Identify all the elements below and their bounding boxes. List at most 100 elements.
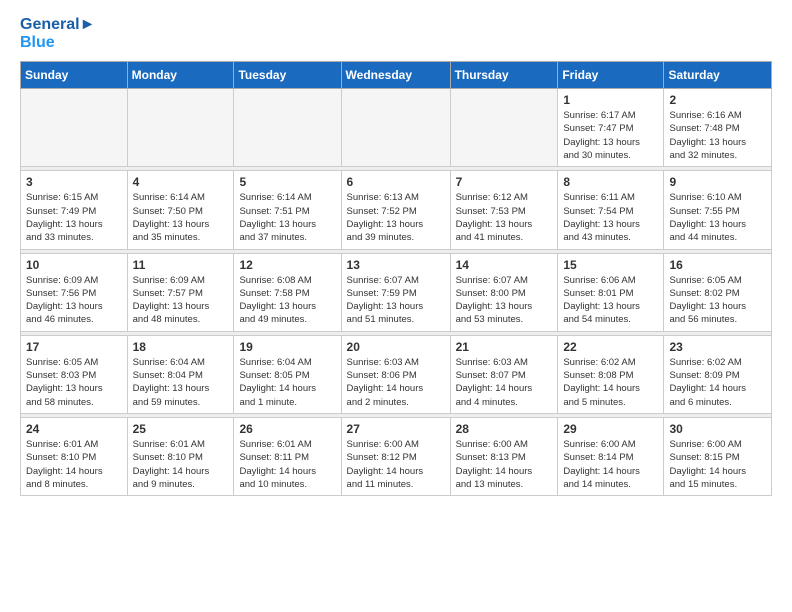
day-cell: 26 Sunrise: 6:01 AMSunset: 8:11 PMDayligh… [234, 417, 341, 495]
weekday-header-row: SundayMondayTuesdayWednesdayThursdayFrid… [21, 62, 772, 89]
day-detail: Sunrise: 6:06 AMSunset: 8:01 PMDaylight:… [563, 274, 658, 327]
day-cell [21, 89, 128, 167]
day-number: 17 [26, 340, 122, 354]
logo-general: General► [20, 16, 95, 34]
day-detail: Sunrise: 6:04 AMSunset: 8:04 PMDaylight:… [133, 356, 229, 409]
week-row-4: 17 Sunrise: 6:05 AMSunset: 8:03 PMDayligh… [21, 335, 772, 413]
day-cell: 29 Sunrise: 6:00 AMSunset: 8:14 PMDayligh… [558, 417, 664, 495]
day-detail: Sunrise: 6:09 AMSunset: 7:57 PMDaylight:… [133, 274, 229, 327]
day-number: 8 [563, 175, 658, 189]
day-cell: 17 Sunrise: 6:05 AMSunset: 8:03 PMDayligh… [21, 335, 128, 413]
day-detail: Sunrise: 6:00 AMSunset: 8:15 PMDaylight:… [669, 438, 766, 491]
day-detail: Sunrise: 6:02 AMSunset: 8:08 PMDaylight:… [563, 356, 658, 409]
day-cell: 30Sunrise: 6:00 AMSunset: 8:15 PMDayligh… [664, 417, 772, 495]
day-number: 16 [669, 258, 766, 272]
day-detail: Sunrise: 6:04 AMSunset: 8:05 PMDaylight:… [239, 356, 335, 409]
header: General► Blue [20, 16, 772, 51]
day-number: 25 [133, 422, 229, 436]
day-number: 26 [239, 422, 335, 436]
day-number: 11 [133, 258, 229, 272]
day-number: 10 [26, 258, 122, 272]
day-cell: 8 Sunrise: 6:11 AMSunset: 7:54 PMDaylight… [558, 171, 664, 249]
day-cell: 10 Sunrise: 6:09 AMSunset: 7:56 PMDayligh… [21, 253, 128, 331]
day-cell: 9Sunrise: 6:10 AMSunset: 7:55 PMDaylight… [664, 171, 772, 249]
day-detail: Sunrise: 6:16 AMSunset: 7:48 PMDaylight:… [669, 109, 766, 162]
day-cell: 21 Sunrise: 6:03 AMSunset: 8:07 PMDayligh… [450, 335, 558, 413]
day-detail: Sunrise: 6:03 AMSunset: 8:06 PMDaylight:… [347, 356, 445, 409]
day-cell: 1 Sunrise: 6:17 AMSunset: 7:47 PMDaylight… [558, 89, 664, 167]
weekday-header-sunday: Sunday [21, 62, 128, 89]
logo: General► Blue [20, 16, 95, 51]
week-row-1: 1 Sunrise: 6:17 AMSunset: 7:47 PMDaylight… [21, 89, 772, 167]
day-number: 29 [563, 422, 658, 436]
logo-block: General► Blue [20, 16, 95, 51]
day-number: 18 [133, 340, 229, 354]
day-number: 6 [347, 175, 445, 189]
day-detail: Sunrise: 6:07 AMSunset: 8:00 PMDaylight:… [456, 274, 553, 327]
day-detail: Sunrise: 6:14 AMSunset: 7:51 PMDaylight:… [239, 191, 335, 244]
day-detail: Sunrise: 6:07 AMSunset: 7:59 PMDaylight:… [347, 274, 445, 327]
day-detail: Sunrise: 6:08 AMSunset: 7:58 PMDaylight:… [239, 274, 335, 327]
day-cell: 11 Sunrise: 6:09 AMSunset: 7:57 PMDayligh… [127, 253, 234, 331]
day-number: 28 [456, 422, 553, 436]
day-cell: 12Sunrise: 6:08 AMSunset: 7:58 PMDayligh… [234, 253, 341, 331]
day-number: 1 [563, 93, 658, 107]
day-cell: 6 Sunrise: 6:13 AMSunset: 7:52 PMDaylight… [341, 171, 450, 249]
day-detail: Sunrise: 6:00 AMSunset: 8:12 PMDaylight:… [347, 438, 445, 491]
day-cell: 3 Sunrise: 6:15 AMSunset: 7:49 PMDaylight… [21, 171, 128, 249]
page: General► Blue SundayMondayTuesdayWednesd… [0, 0, 792, 512]
day-cell: 22Sunrise: 6:02 AMSunset: 8:08 PMDayligh… [558, 335, 664, 413]
weekday-header-monday: Monday [127, 62, 234, 89]
day-cell: 7Sunrise: 6:12 AMSunset: 7:53 PMDaylight… [450, 171, 558, 249]
day-detail: Sunrise: 6:15 AMSunset: 7:49 PMDaylight:… [26, 191, 122, 244]
day-detail: Sunrise: 6:11 AMSunset: 7:54 PMDaylight:… [563, 191, 658, 244]
day-detail: Sunrise: 6:13 AMSunset: 7:52 PMDaylight:… [347, 191, 445, 244]
day-cell: 27 Sunrise: 6:00 AMSunset: 8:12 PMDayligh… [341, 417, 450, 495]
day-cell: 25 Sunrise: 6:01 AMSunset: 8:10 PMDayligh… [127, 417, 234, 495]
day-detail: Sunrise: 6:00 AMSunset: 8:13 PMDaylight:… [456, 438, 553, 491]
day-cell: 2 Sunrise: 6:16 AMSunset: 7:48 PMDaylight… [664, 89, 772, 167]
day-number: 5 [239, 175, 335, 189]
calendar-table: SundayMondayTuesdayWednesdayThursdayFrid… [20, 61, 772, 496]
day-detail: Sunrise: 6:10 AMSunset: 7:55 PMDaylight:… [669, 191, 766, 244]
week-row-2: 3 Sunrise: 6:15 AMSunset: 7:49 PMDaylight… [21, 171, 772, 249]
day-number: 15 [563, 258, 658, 272]
day-detail: Sunrise: 6:00 AMSunset: 8:14 PMDaylight:… [563, 438, 658, 491]
day-number: 21 [456, 340, 553, 354]
day-detail: Sunrise: 6:17 AMSunset: 7:47 PMDaylight:… [563, 109, 658, 162]
week-row-5: 24Sunrise: 6:01 AMSunset: 8:10 PMDayligh… [21, 417, 772, 495]
day-cell: 13 Sunrise: 6:07 AMSunset: 7:59 PMDayligh… [341, 253, 450, 331]
day-number: 3 [26, 175, 122, 189]
day-cell: 4Sunrise: 6:14 AMSunset: 7:50 PMDaylight… [127, 171, 234, 249]
weekday-header-wednesday: Wednesday [341, 62, 450, 89]
day-detail: Sunrise: 6:01 AMSunset: 8:10 PMDaylight:… [133, 438, 229, 491]
day-number: 20 [347, 340, 445, 354]
day-cell: 28 Sunrise: 6:00 AMSunset: 8:13 PMDayligh… [450, 417, 558, 495]
weekday-header-thursday: Thursday [450, 62, 558, 89]
weekday-header-saturday: Saturday [664, 62, 772, 89]
day-detail: Sunrise: 6:01 AMSunset: 8:11 PMDaylight:… [239, 438, 335, 491]
weekday-header-friday: Friday [558, 62, 664, 89]
day-cell: 23 Sunrise: 6:02 AMSunset: 8:09 PMDayligh… [664, 335, 772, 413]
day-detail: Sunrise: 6:14 AMSunset: 7:50 PMDaylight:… [133, 191, 229, 244]
day-detail: Sunrise: 6:05 AMSunset: 8:02 PMDaylight:… [669, 274, 766, 327]
day-cell [341, 89, 450, 167]
day-detail: Sunrise: 6:03 AMSunset: 8:07 PMDaylight:… [456, 356, 553, 409]
day-detail: Sunrise: 6:05 AMSunset: 8:03 PMDaylight:… [26, 356, 122, 409]
day-number: 13 [347, 258, 445, 272]
day-number: 2 [669, 93, 766, 107]
day-number: 19 [239, 340, 335, 354]
day-cell [234, 89, 341, 167]
day-cell: 5 Sunrise: 6:14 AMSunset: 7:51 PMDaylight… [234, 171, 341, 249]
day-detail: Sunrise: 6:09 AMSunset: 7:56 PMDaylight:… [26, 274, 122, 327]
day-cell: 18 Sunrise: 6:04 AMSunset: 8:04 PMDayligh… [127, 335, 234, 413]
week-row-3: 10 Sunrise: 6:09 AMSunset: 7:56 PMDayligh… [21, 253, 772, 331]
day-cell: 19 Sunrise: 6:04 AMSunset: 8:05 PMDayligh… [234, 335, 341, 413]
day-number: 23 [669, 340, 766, 354]
day-cell: 15 Sunrise: 6:06 AMSunset: 8:01 PMDayligh… [558, 253, 664, 331]
day-detail: Sunrise: 6:12 AMSunset: 7:53 PMDaylight:… [456, 191, 553, 244]
day-detail: Sunrise: 6:01 AMSunset: 8:10 PMDaylight:… [26, 438, 122, 491]
logo-blue: Blue [20, 34, 55, 52]
day-number: 27 [347, 422, 445, 436]
day-detail: Sunrise: 6:02 AMSunset: 8:09 PMDaylight:… [669, 356, 766, 409]
